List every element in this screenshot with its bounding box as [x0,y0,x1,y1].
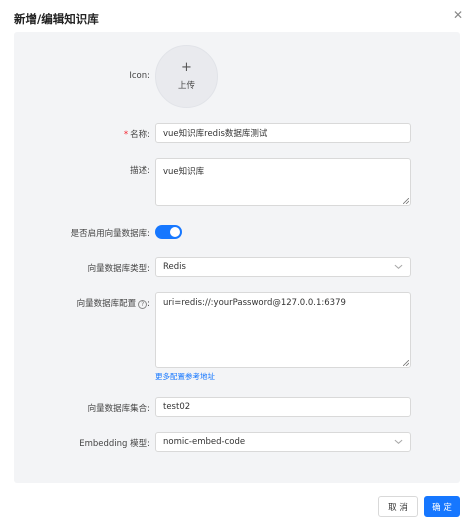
vector-collection-input[interactable]: test02 [155,397,411,417]
toggle-knob [170,227,180,237]
icon-label: Icon: [129,71,150,81]
vector-db-type-value: Redis [163,262,186,272]
vector-db-config-label: 向量数据库配置?: [76,299,150,309]
vector-db-config-value: uri=redis://:yourPassword@127.0.0.1:6379 [163,298,346,308]
description-value: vue知识库 [163,167,205,177]
knowledge-base-modal: 新增/编辑知识库 ✕ Icon: + 上传 * 名称: vue知识库redis数据… [0,0,474,526]
vector-db-type-label: 向量数据库类型: [87,264,150,274]
name-label-text: 名称: [130,130,150,140]
description-label: 描述: [130,166,150,176]
confirm-button[interactable]: 确 定 [424,496,460,517]
vector-db-config-textarea[interactable]: uri=redis://:yourPassword@127.0.0.1:6379 [155,292,411,368]
name-input[interactable]: vue知识库redis数据库测试 [155,123,411,143]
vector-enabled-toggle[interactable] [155,225,182,239]
description-textarea[interactable]: vue知识库 [155,158,411,206]
plus-icon: + [181,60,192,75]
question-circle-icon[interactable]: ? [138,300,148,309]
chevron-down-icon [394,264,403,270]
upload-label: 上传 [177,81,195,91]
vector-collection-label: 向量数据库集合: [87,404,150,414]
icon-upload-button[interactable]: + 上传 [155,45,218,108]
close-icon[interactable]: ✕ [450,7,466,23]
chevron-down-icon [394,439,403,445]
resize-handle-icon[interactable] [403,198,409,204]
embedding-model-value: nomic-embed-code [163,437,246,447]
vector-db-type-select[interactable]: Redis [155,257,411,277]
resize-handle-icon[interactable] [403,360,409,366]
more-config-link[interactable]: 更多配置参考地址 [155,371,215,382]
vector-db-config-label-text: 向量数据库配置 [76,299,137,309]
name-label: * 名称: [90,128,150,140]
embedding-model-select[interactable]: nomic-embed-code [155,432,411,452]
vector-enabled-label: 是否启用向量数据库: [70,229,150,239]
cancel-button[interactable]: 取 消 [378,496,418,517]
embedding-model-label: Embedding 模型: [79,439,150,449]
modal-title: 新增/编辑知识库 [14,12,99,26]
required-mark: * [123,130,129,140]
